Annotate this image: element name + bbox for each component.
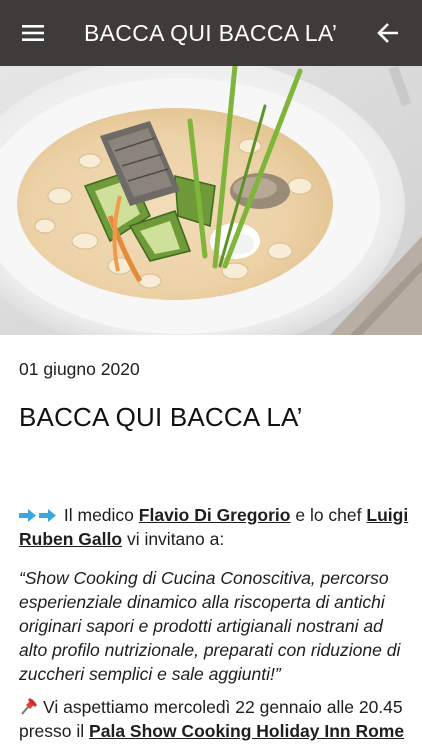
hamburger-menu-icon	[22, 25, 44, 41]
quote-paragraph: “Show Cooking di Cucina Conoscitiva, per…	[19, 568, 401, 684]
intro-text-2: e lo chef	[295, 505, 362, 525]
article-title: BACCA QUI BACCA LA’	[19, 402, 303, 432]
hero-image	[0, 66, 422, 335]
back-button[interactable]	[374, 19, 402, 47]
right-arrow-emoji-icon	[19, 509, 36, 522]
arrow-back-icon	[377, 23, 398, 43]
menu-button[interactable]	[18, 19, 48, 47]
intro-text-3: vi invitano a:	[126, 529, 225, 549]
app-screen: BACCA QUI BACCA LA’ 01 giugno 2020 BACCA…	[0, 0, 422, 750]
doctor-link[interactable]: Flavio Di Gregorio	[139, 505, 291, 525]
event-paragraph: Vi aspettiamo mercoledì 22 gennaio alle …	[19, 695, 411, 743]
article-date: 01 giugno 2020	[19, 359, 140, 379]
right-arrow-emoji-icon	[39, 509, 56, 522]
top-app-bar: BACCA QUI BACCA LA’	[0, 0, 422, 66]
dish-photo	[0, 66, 422, 335]
venue-link[interactable]: Pala Show Cooking Holiday Inn Rome	[89, 721, 404, 741]
app-bar-title: BACCA QUI BACCA LA’	[84, 20, 338, 46]
pushpin-emoji-icon	[21, 698, 37, 715]
intro-text-1: Il medico	[63, 505, 134, 525]
intro-paragraph: Il medico Flavio Di Gregorio e lo chef L…	[19, 503, 411, 551]
